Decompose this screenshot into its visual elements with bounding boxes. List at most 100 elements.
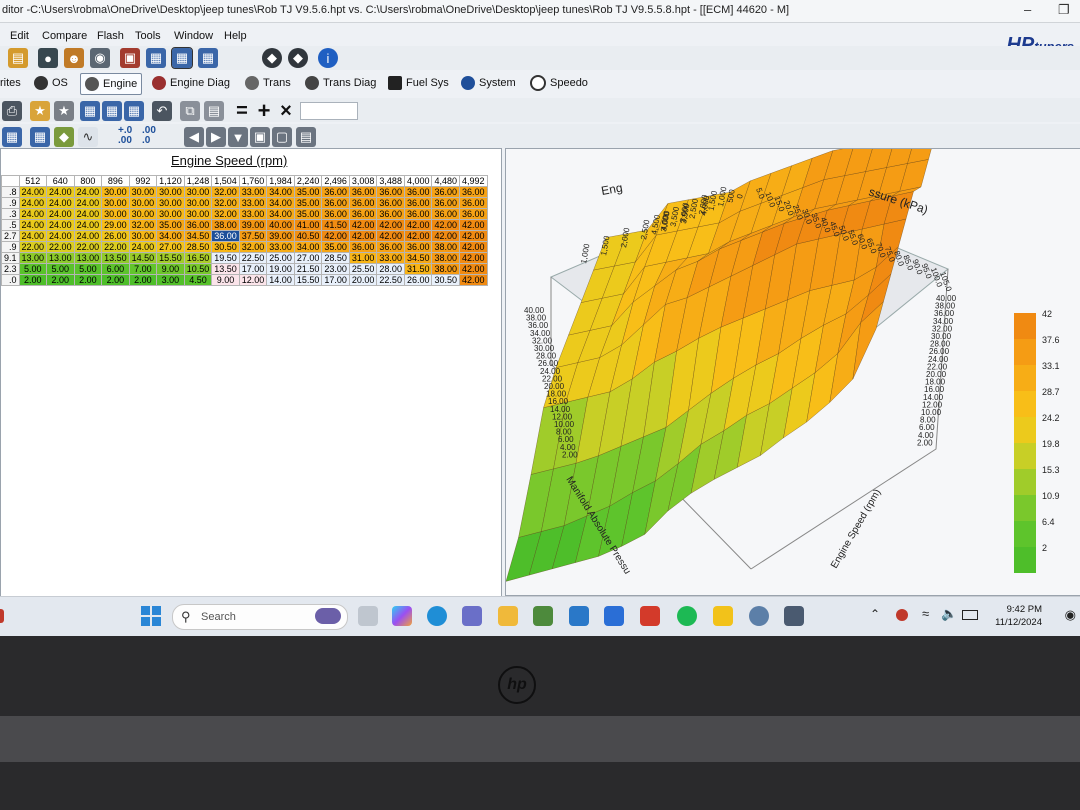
table-cell[interactable]: 14.00 [266, 274, 295, 286]
table-cell[interactable]: 34.00 [156, 230, 185, 242]
table-cell[interactable]: 2.00 [101, 274, 130, 286]
tab-trans[interactable]: Trans [245, 73, 291, 93]
table-cell[interactable]: 33.00 [238, 208, 268, 220]
rotate-right-icon[interactable]: ▶ [206, 127, 226, 147]
table-view-icon[interactable]: ▦ [80, 101, 100, 121]
file-icon[interactable]: ▣ [120, 48, 140, 68]
table-cell[interactable]: 17.00 [321, 274, 350, 286]
table-cell[interactable]: 22.00 [46, 241, 75, 253]
table-cell[interactable]: 30.00 [101, 186, 130, 198]
table-cell[interactable]: 33.00 [238, 186, 268, 198]
fit-view-icon[interactable]: ▣ [250, 127, 270, 147]
table-cell[interactable]: 42.00 [459, 241, 488, 253]
tab-engine[interactable]: Engine [80, 73, 143, 95]
mail-icon[interactable] [569, 606, 589, 626]
add-icon[interactable]: + [254, 98, 274, 123]
table-cell[interactable]: 34.00 [266, 197, 295, 209]
menu-tools[interactable]: Tools [135, 30, 161, 42]
table-cell[interactable]: 24.00 [73, 208, 103, 220]
table-cell[interactable]: 4.50 [183, 274, 213, 286]
start-icon[interactable] [141, 606, 161, 626]
3d-surface-icon[interactable]: ◆ [54, 127, 74, 147]
table-compare-icon[interactable]: ▦ [171, 47, 193, 69]
table-cell[interactable]: 36.00 [211, 230, 240, 242]
read-icon[interactable]: ◆ [288, 48, 308, 68]
split-view-icon[interactable]: ▦ [30, 127, 50, 147]
table-cell[interactable]: 21.50 [293, 263, 323, 275]
wifi-icon[interactable]: ≈ [922, 606, 929, 621]
table-cell[interactable]: 36.00 [183, 219, 213, 231]
table-cell[interactable]: 5.00 [73, 263, 103, 275]
menu-edit[interactable]: Edit [10, 30, 29, 42]
table-cell[interactable]: 35.00 [156, 219, 185, 231]
column-header[interactable]: 2,496 [321, 175, 350, 187]
column-header[interactable]: 800 [73, 175, 103, 187]
column-header[interactable]: 4,000 [403, 175, 433, 187]
table-cell[interactable]: 35.00 [293, 197, 323, 209]
table-cell[interactable]: 12.00 [238, 274, 268, 286]
table-cell[interactable]: 27.00 [293, 252, 323, 264]
table-cell[interactable]: 33.00 [238, 197, 268, 209]
table-cell[interactable]: 42.00 [459, 263, 488, 275]
table-cell[interactable]: 13.00 [73, 252, 103, 264]
maximize-icon[interactable]: ❐ [1058, 2, 1070, 18]
table-cell[interactable]: 36.00 [376, 197, 405, 209]
column-header[interactable]: 2,240 [293, 175, 323, 187]
row-header[interactable]: 2.3 [1, 263, 20, 275]
table-cell[interactable]: 13.50 [101, 252, 130, 264]
row-header[interactable]: .0 [1, 274, 20, 286]
table-cell[interactable]: 5.00 [18, 263, 48, 275]
table-cell[interactable]: 36.00 [403, 241, 433, 253]
column-header[interactable]: 512 [18, 175, 48, 187]
table-cell[interactable]: 36.00 [321, 186, 350, 198]
table-cell[interactable]: 24.00 [128, 241, 158, 253]
show-hidden-icons-chevron-icon[interactable]: ⌃ [870, 607, 880, 621]
table-view-2-icon[interactable]: ▦ [102, 101, 122, 121]
table-cell[interactable]: 15.50 [156, 252, 185, 264]
table-cell[interactable]: 30.00 [156, 197, 185, 209]
operation-value-input[interactable] [300, 102, 358, 120]
table-cell[interactable]: 24.00 [18, 219, 48, 231]
table-cell[interactable]: 32.00 [211, 208, 240, 220]
info-icon[interactable]: i [318, 48, 338, 68]
table-cell[interactable]: 42.00 [431, 230, 461, 242]
table-cell[interactable]: 30.00 [128, 230, 158, 242]
table-cell[interactable]: 34.00 [266, 208, 295, 220]
table-cell[interactable]: 41.50 [321, 219, 350, 231]
table-cell[interactable]: 24.00 [73, 219, 103, 231]
table-cell[interactable]: 2.00 [18, 274, 48, 286]
table-cell[interactable]: 24.00 [73, 197, 103, 209]
vehicle-info-icon[interactable]: ● [38, 48, 58, 68]
volume-icon[interactable]: 🔈 [941, 606, 957, 622]
table-cell[interactable]: 30.00 [128, 186, 158, 198]
table-cell[interactable]: 36.00 [348, 197, 378, 209]
tab-speedo[interactable]: Speedo [530, 73, 588, 93]
tab-engine-diag[interactable]: Engine Diag [152, 73, 230, 93]
row-header[interactable]: 9.1 [1, 252, 20, 264]
table-cell[interactable]: 30.50 [211, 241, 240, 253]
frame-icon[interactable]: ▢ [272, 127, 292, 147]
column-header[interactable]: 1,120 [156, 175, 185, 187]
table-cell[interactable]: 36.00 [348, 241, 378, 253]
table-cell[interactable]: 13.50 [211, 263, 240, 275]
table-cell[interactable]: 28.50 [321, 252, 350, 264]
line-graph-icon[interactable]: ∿ [78, 127, 98, 147]
column-header[interactable]: 3,488 [376, 175, 405, 187]
table-cell[interactable]: 42.00 [403, 219, 433, 231]
table-cell[interactable]: 24.00 [46, 197, 75, 209]
table-cell[interactable]: 26.00 [403, 274, 433, 286]
menu-compare[interactable]: Compare [42, 30, 87, 42]
table-cell[interactable]: 2.00 [128, 274, 158, 286]
table-cell[interactable]: 19.50 [211, 252, 240, 264]
table-cell[interactable]: 28.50 [183, 241, 213, 253]
table-cell[interactable]: 42.00 [348, 219, 378, 231]
settings-icon[interactable] [749, 606, 769, 626]
table-cell[interactable]: 9.00 [211, 274, 240, 286]
table-cell[interactable]: 42.00 [348, 230, 378, 242]
multiply-icon[interactable]: × [276, 100, 296, 122]
tab-favorites[interactable]: rites [0, 73, 21, 93]
app-red-icon[interactable] [640, 606, 660, 626]
user-icon[interactable]: ☻ [64, 48, 84, 68]
table-cell[interactable]: 27.00 [156, 241, 185, 253]
column-header[interactable]: 992 [128, 175, 158, 187]
